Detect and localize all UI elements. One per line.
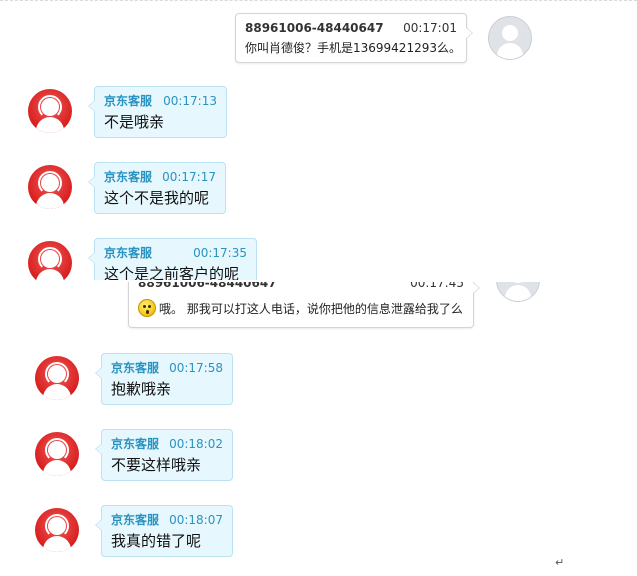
- paragraph-mark-icon: ↵: [555, 556, 565, 569]
- message-time: 00:17:35: [193, 246, 247, 260]
- message-time: 00:17:58: [169, 361, 223, 375]
- message-time: 00:17:45: [410, 282, 464, 290]
- sender-name: 京东客服: [104, 246, 153, 260]
- message-bubble: 京东客服 00:17:58 抱歉哦亲: [95, 353, 233, 405]
- sender-name: 京东客服: [111, 513, 160, 527]
- surprised-emoji-icon: [138, 299, 156, 317]
- message-text: 这个是之前客户的呢: [104, 265, 240, 280]
- message-bubble: 京东客服 00:18:07 我真的错了呢: [95, 505, 233, 557]
- message-text: 不要这样哦亲: [111, 456, 202, 474]
- message-text: 抱歉哦亲: [111, 380, 172, 398]
- chat-message-agent: 京东客服 00:17:35 这个是之前客户的呢: [0, 0, 637, 280]
- message-bubble: 88961006-48440647 00:17:45 哦。 那我可以打这人电话，…: [128, 282, 480, 328]
- sender-name: 88961006-48440647: [138, 282, 277, 290]
- message-text-content: 哦。 那我可以打这人电话，说你把他的信息泄露给我了么: [159, 302, 463, 316]
- sender-name: 京东客服: [111, 437, 160, 451]
- user-avatar-icon[interactable]: [496, 282, 540, 302]
- agent-avatar-icon[interactable]: [35, 508, 79, 552]
- message-text: 我真的错了呢: [111, 532, 202, 550]
- agent-avatar-icon[interactable]: [35, 432, 79, 476]
- agent-avatar-icon[interactable]: [28, 241, 72, 280]
- sender-name: 京东客服: [111, 361, 160, 375]
- chat-message-user: 88961006-48440647 00:17:45 哦。 那我可以打这人电话，…: [0, 282, 637, 342]
- message-time: 00:18:07: [169, 513, 223, 527]
- agent-avatar-icon[interactable]: [35, 356, 79, 400]
- message-bubble: 京东客服 00:17:35 这个是之前客户的呢: [88, 238, 257, 280]
- message-text: 哦。 那我可以打这人电话，说你把他的信息泄露给我了么: [138, 299, 464, 318]
- message-bubble: 京东客服 00:18:02 不要这样哦亲: [95, 429, 233, 481]
- message-time: 00:18:02: [169, 437, 223, 451]
